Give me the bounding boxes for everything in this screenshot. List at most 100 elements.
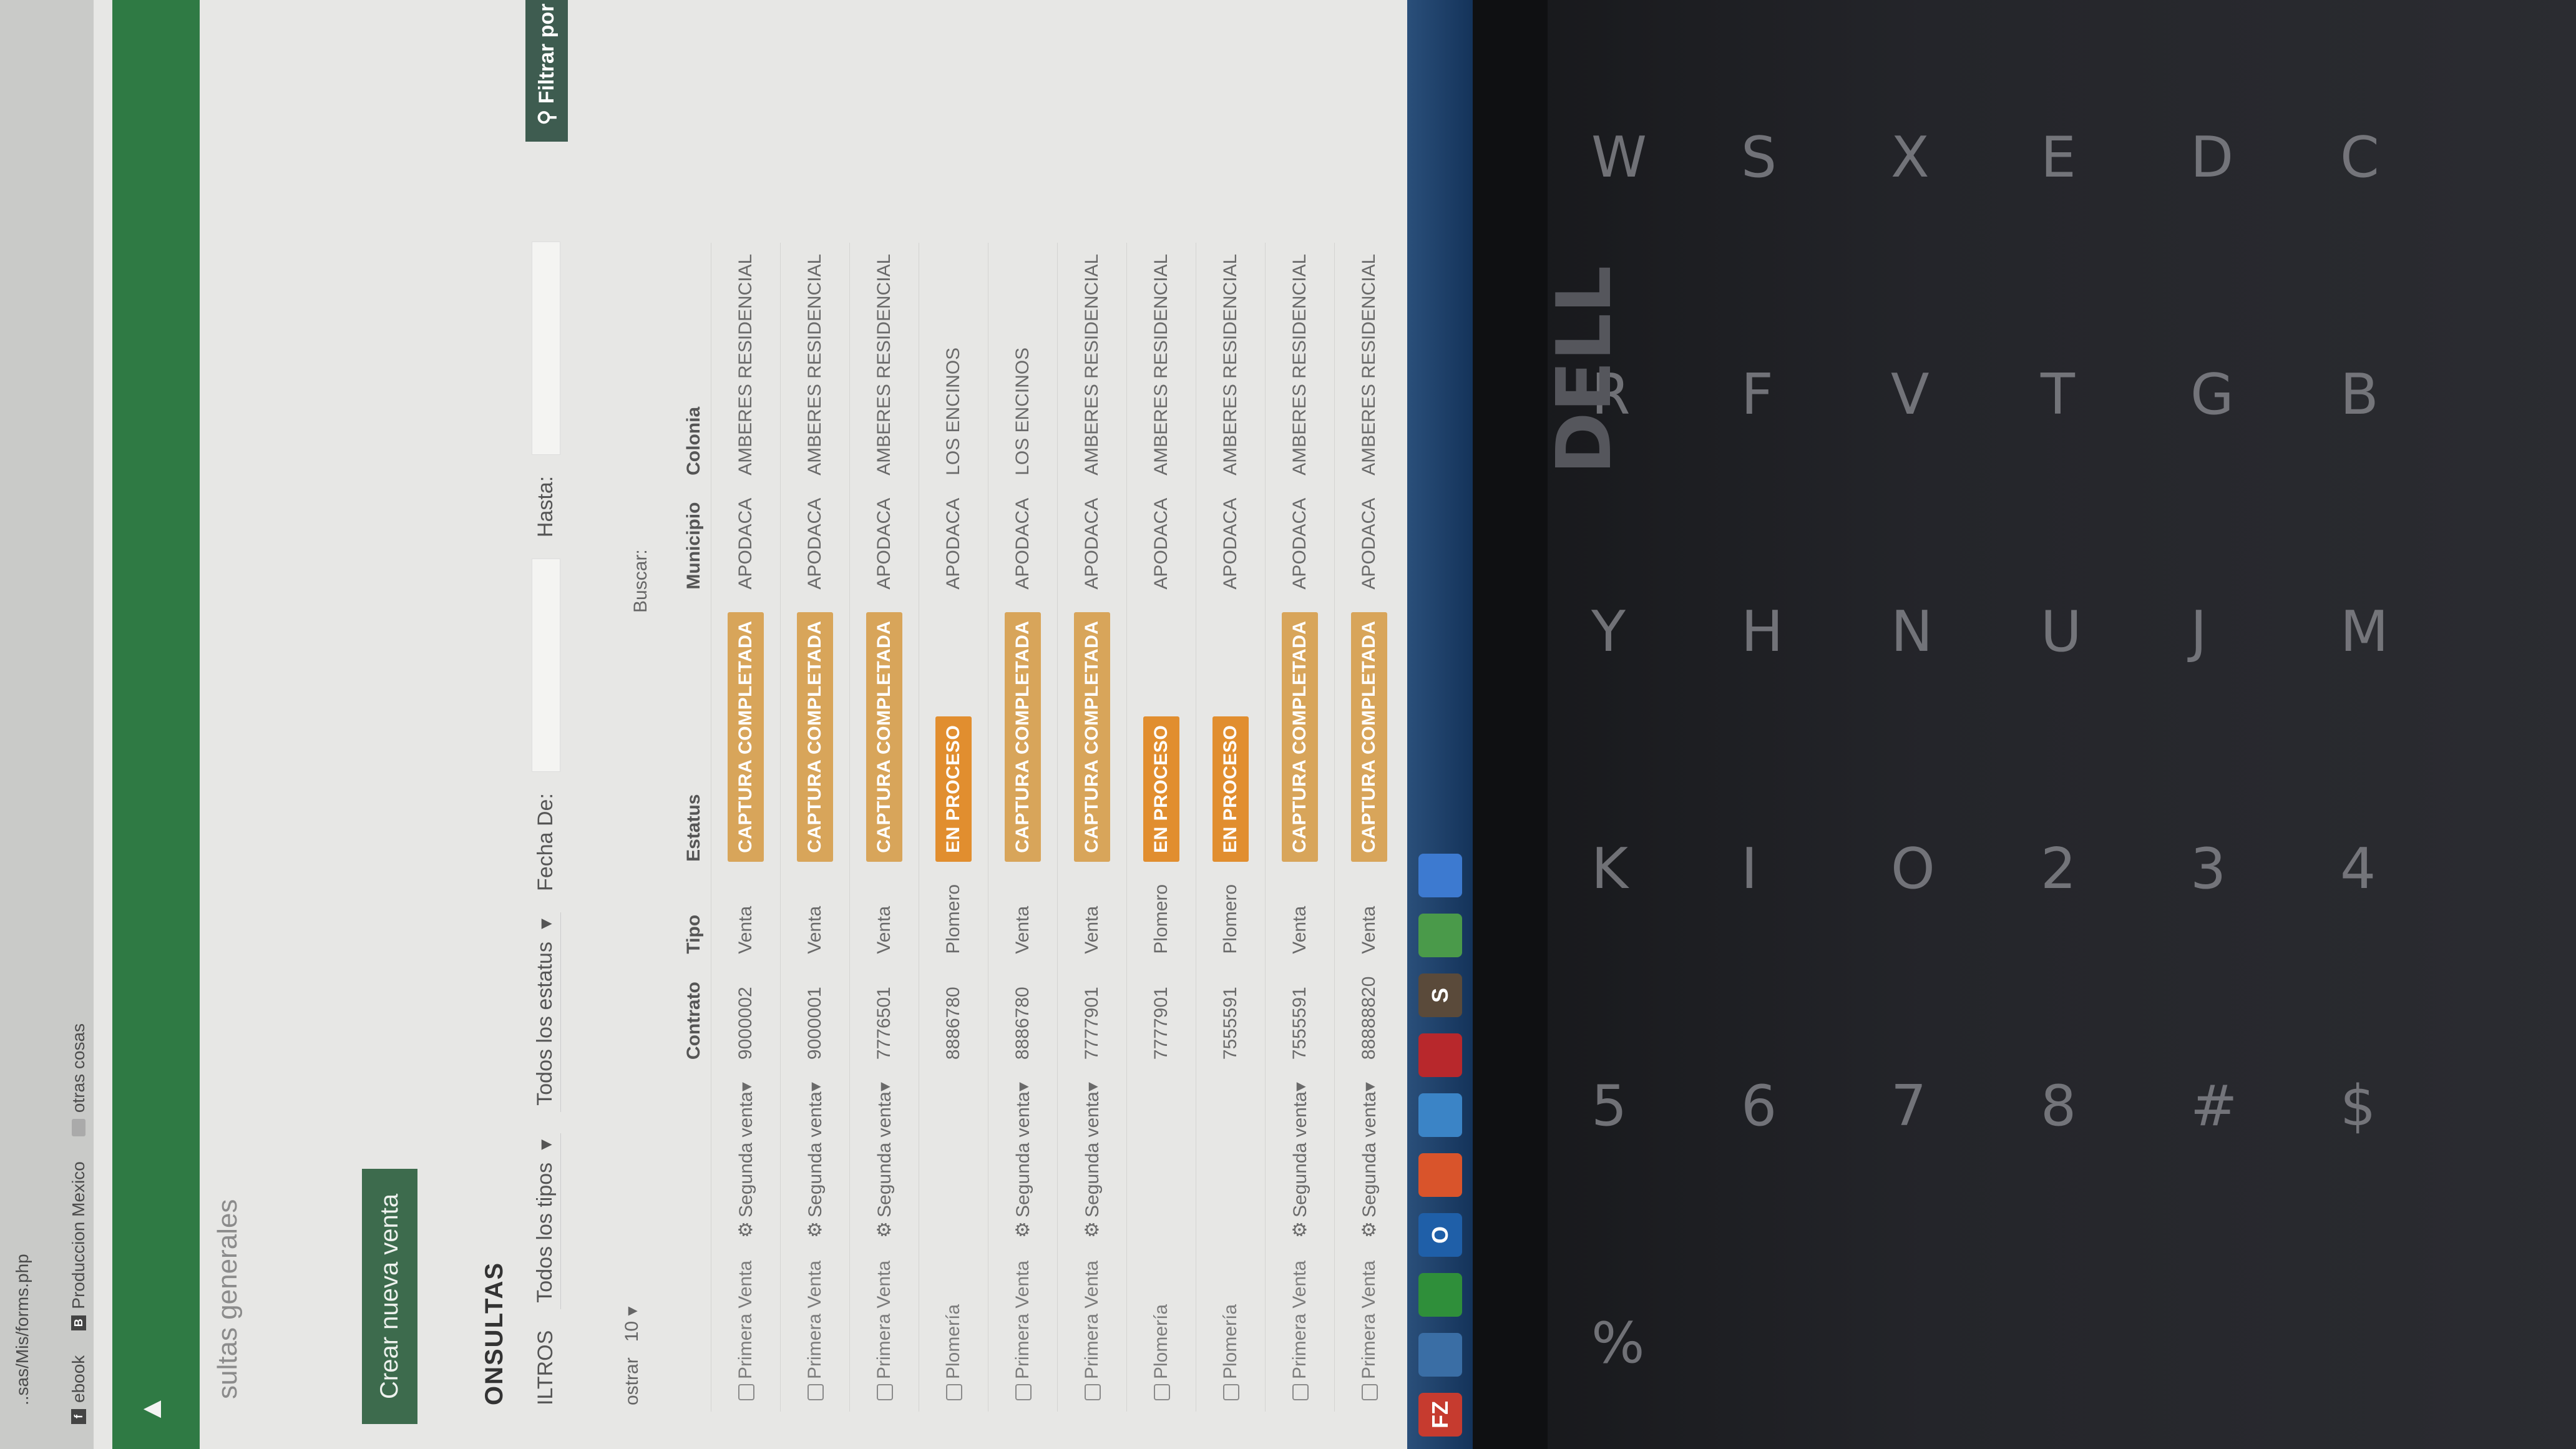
column-header-estatus[interactable]: Estatus <box>677 601 711 873</box>
chrome-icon[interactable] <box>1418 1273 1462 1317</box>
row-primary-action[interactable]: Primera Venta <box>988 1249 1058 1412</box>
table-row[interactable]: Primera Venta ⚙ Segunda venta▾ 7777901 Venta… <box>1057 242 1127 1412</box>
bookmark-otras-cosas[interactable]: otras cosas <box>69 1023 89 1137</box>
row-primary-action[interactable]: Plomería <box>919 1249 988 1412</box>
chevron-down-icon: ▾ <box>1081 1082 1103 1092</box>
status-badge: CAPTURA COMPLETADA <box>866 612 902 862</box>
status-badge: CAPTURA COMPLETADA <box>1005 612 1041 862</box>
status-badge: EN PROCESO <box>1212 716 1249 862</box>
create-sale-button[interactable]: Crear nueva venta <box>362 1168 417 1424</box>
row-primary-label: Plomería <box>1220 1304 1241 1379</box>
tag-icon <box>1015 1384 1032 1400</box>
row-primary-action[interactable]: Primera Venta <box>1057 1249 1127 1412</box>
browser-bar: ..sas/Mis/forms.php f ebook B Produccion… <box>0 0 94 1449</box>
row-primary-action[interactable]: Primera Venta <box>849 1249 919 1412</box>
page-title: ONSULTAS <box>481 1261 508 1405</box>
url-bar[interactable]: ..sas/Mis/forms.php <box>12 1254 32 1405</box>
row-secondary-action[interactable]: ⚙ Segunda venta▾ <box>849 1071 919 1249</box>
screen-bezel <box>1473 0 1548 1449</box>
row-secondary-action[interactable]: ⚙ Segunda venta▾ <box>988 1071 1058 1249</box>
column-header-municipio[interactable]: Municipio <box>677 487 711 601</box>
row-primary-action[interactable]: Primera Venta <box>780 1249 850 1412</box>
outlook-icon[interactable]: O <box>1418 1213 1462 1257</box>
row-secondary-action[interactable]: ⚙ Segunda venta▾ <box>780 1071 850 1249</box>
chrome-icon-2[interactable] <box>1418 854 1462 897</box>
page-size-value: 10 <box>622 1320 642 1342</box>
status-select[interactable]: Todos los estatus ▾ <box>530 912 561 1112</box>
row-primary-action[interactable]: Primera Venta <box>711 1249 781 1412</box>
neighborhood-cell: LOS ENCINOS <box>919 242 988 487</box>
bookmark-produccion-mexico[interactable]: B Produccion Mexico <box>69 1161 89 1330</box>
column-header-tipo[interactable]: Tipo <box>677 873 711 965</box>
breadcrumb: sultas generales <box>212 1199 243 1399</box>
app-icon[interactable] <box>1418 1333 1462 1377</box>
type-select[interactable]: Todos los tipos ▾ <box>530 1133 561 1309</box>
keyboard-key: H <box>1741 599 1783 665</box>
filters-row: ILTROS Todos los tipos ▾ Todos los estat… <box>530 241 561 1405</box>
row-primary-action[interactable]: Plomería <box>1196 1249 1266 1412</box>
status-cell: EN PROCESO <box>1196 600 1266 873</box>
row-secondary-action[interactable]: ⚙ Segunda venta▾ <box>1057 1071 1127 1249</box>
date-to-input[interactable] <box>531 241 560 455</box>
filezilla-icon[interactable]: FZ <box>1418 1393 1462 1437</box>
table-row[interactable]: Plomería 7777901 Plomero EN PROCESO APODACA A… <box>1126 242 1196 1412</box>
neighborhood-cell: AMBERES RESIDENCIAL <box>1334 242 1403 487</box>
gear-icon: ⚙ <box>1359 1221 1380 1238</box>
windows-taskbar: FZ O S <box>1407 0 1473 1449</box>
table-row[interactable]: Plomería 7555591 Plomero EN PROCESO APODACA A… <box>1196 242 1266 1412</box>
contract-cell: 8886780 <box>988 965 1058 1071</box>
row-primary-label: Primera Venta <box>874 1260 894 1379</box>
wrench-icon <box>1154 1384 1171 1400</box>
table-row[interactable]: Primera Venta ⚙ Segunda venta▾ 88888820 Vent… <box>1334 242 1403 1412</box>
screen: ..sas/Mis/forms.php f ebook B Produccion… <box>0 0 1473 1449</box>
status-cell: EN PROCESO <box>1126 600 1196 873</box>
neighborhood-cell: AMBERES RESIDENCIAL <box>849 242 919 487</box>
table-row[interactable]: Primera Venta ⚙ Segunda venta▾ 9000001 Venta… <box>780 242 850 1412</box>
column-header-colonia[interactable]: Colonia <box>677 243 711 487</box>
row-primary-action[interactable]: Plomería <box>1126 1249 1196 1412</box>
date-from-input[interactable] <box>531 559 560 773</box>
status-cell: CAPTURA COMPLETADA <box>711 600 781 873</box>
bookmark-label: Produccion Mexico <box>69 1161 88 1309</box>
keyboard-key: G <box>2190 362 2234 427</box>
municipality-cell: APODACA <box>919 486 988 601</box>
row-primary-action[interactable]: Primera Venta <box>1265 1249 1335 1412</box>
gear-icon: ⚙ <box>1289 1221 1310 1238</box>
contract-cell: 7776501 <box>849 965 919 1071</box>
calendar-icon[interactable] <box>1418 1033 1462 1077</box>
status-badge: CAPTURA COMPLETADA <box>797 612 833 862</box>
row-secondary-action[interactable]: ⚙ Segunda venta▾ <box>1334 1071 1403 1249</box>
row-primary-label: Primera Venta <box>1359 1260 1379 1379</box>
column-header-contrato[interactable]: Contrato <box>677 965 711 1071</box>
keyboard-key: 2 <box>2041 836 2077 902</box>
table-row[interactable]: Primera Venta ⚙ Segunda venta▾ 7555591 Venta… <box>1265 242 1335 1412</box>
keyboard-key: I <box>1741 836 1758 902</box>
row-secondary-action[interactable]: ⚙ Segunda venta▾ <box>711 1071 781 1249</box>
sublime-icon[interactable]: S <box>1418 973 1462 1017</box>
status-select-value: Todos los estatus <box>533 942 557 1106</box>
keyboard-key: B <box>2340 362 2379 427</box>
table-row[interactable]: Primera Venta ⚙ Segunda venta▾ 7776501 Venta… <box>849 242 919 1412</box>
row-secondary-action <box>1126 1071 1196 1249</box>
row-secondary-action[interactable]: ⚙ Segunda venta▾ <box>1265 1071 1335 1249</box>
filter-by-date-button[interactable]: ⚲ Filtrar por fe <box>525 0 568 142</box>
filter-button-label: Filtrar por fe <box>535 0 559 104</box>
table-row[interactable]: Plomería 8886780 Plomero EN PROCESO APODACA L… <box>919 242 988 1412</box>
user-icon[interactable]: ▲ <box>134 1394 168 1424</box>
neighborhood-cell: AMBERES RESIDENCIAL <box>780 242 850 487</box>
box-icon[interactable] <box>1418 1093 1462 1137</box>
bookmark-facebook[interactable]: f ebook <box>69 1355 89 1424</box>
table-row[interactable]: Primera Venta ⚙ Segunda venta▾ 9000002 Venta… <box>711 242 781 1412</box>
keyboard-key: 3 <box>2190 836 2227 902</box>
contract-cell: 7555591 <box>1196 965 1266 1071</box>
row-primary-action[interactable]: Primera Venta <box>1334 1249 1403 1412</box>
neighborhood-cell: LOS ENCINOS <box>988 242 1058 487</box>
table-row[interactable]: Primera Venta ⚙ Segunda venta▾ 8886780 Venta… <box>988 242 1058 1412</box>
tag-icon <box>1292 1384 1309 1400</box>
media-icon[interactable] <box>1418 1153 1462 1197</box>
excel-icon[interactable] <box>1418 914 1462 957</box>
row-secondary-label: Segunda venta <box>1289 1091 1310 1217</box>
contract-cell: 7777901 <box>1057 965 1127 1071</box>
page-size-control[interactable]: ostrar 10 ▾ <box>621 1307 643 1405</box>
type-cell: Plomero <box>1196 872 1266 965</box>
